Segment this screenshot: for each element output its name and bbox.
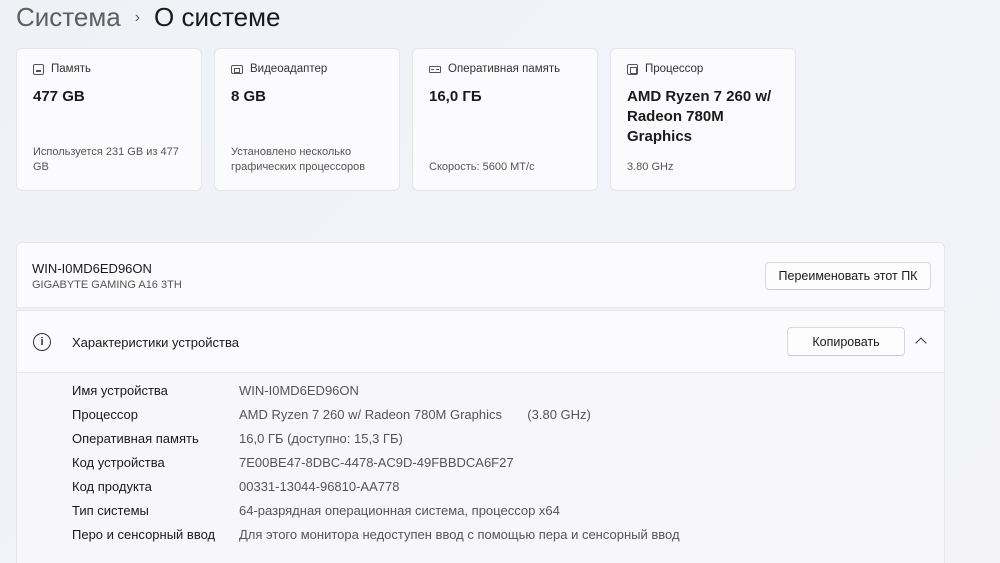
spec-label: Оперативная память [72,431,199,446]
card-value: 16,0 ГБ [429,88,482,105]
info-icon: i [33,333,51,351]
spec-label: Процессор [72,407,138,422]
spec-label: Код устройства [72,455,165,470]
spec-value: Для этого монитора недоступен ввод с пом… [239,527,680,542]
storage-card[interactable]: Память 477 GB Используется 231 GB из 477… [16,48,202,191]
breadcrumb-parent[interactable]: Система [16,2,121,33]
device-name: WIN-I0MD6ED96ON [32,261,152,276]
card-value: AMD Ryzen 7 260 w/ Radeon 780M Graphics [627,88,772,145]
spec-row: Тип системы 64-разрядная операционная си… [72,503,560,523]
drive-icon [33,63,44,75]
spec-label: Имя устройства [72,383,168,398]
device-specs-panel: i Характеристики устройства Копировать И… [16,310,945,563]
cpu-icon [627,63,638,75]
card-subtitle: Скорость: 5600 MT/c [429,161,535,173]
summary-cards: Память 477 GB Используется 231 GB из 477… [16,48,796,191]
device-specs-title: Характеристики устройства [72,335,239,350]
spec-value: 16,0 ГБ (доступно: 15,3 ГБ) [239,431,403,446]
device-panel: WIN-I0MD6ED96ON GIGABYTE GAMING A16 3TH … [16,242,945,308]
spec-value: 7E00BE47-8DBC-4478-AC9D-49FBBDCA6F27 [239,455,514,470]
gpu-icon [231,64,243,74]
spec-row: Процессор AMD Ryzen 7 260 w/ Radeon 780M… [72,407,591,427]
spec-row: Код устройства 7E00BE47-8DBC-4478-AC9D-4… [72,455,514,475]
spec-row: Оперативная память 16,0 ГБ (доступно: 15… [72,431,403,451]
spec-row: Перо и сенсорный ввод Для этого монитора… [72,527,680,547]
processor-card[interactable]: Процессор AMD Ryzen 7 260 w/ Radeon 780M… [610,48,796,191]
device-specs-header[interactable]: i Характеристики устройства Копировать [17,311,944,373]
card-title: Видеоадаптер [250,63,328,75]
graphics-card[interactable]: Видеоадаптер 8 GB Установлено несколько … [214,48,400,191]
card-subtitle: 3.80 GHz [627,161,674,173]
card-subtitle: Используется 231 GB из 477 GB [33,146,179,173]
card-title: Процессор [645,63,704,75]
rename-pc-button[interactable]: Переименовать этот ПК [765,262,931,290]
card-title: Память [51,63,92,75]
spec-value: 00331-13044-96810-AA778 [239,479,400,494]
ram-icon [429,65,441,73]
spec-label: Перо и сенсорный ввод [72,527,216,542]
chevron-up-icon[interactable] [915,337,927,349]
card-title: Оперативная память [448,63,561,75]
card-value: 8 GB [231,88,267,105]
spec-row: Код продукта 00331-13044-96810-AA778 [72,479,399,499]
device-model: GIGABYTE GAMING A16 3TH [32,279,182,291]
spec-value: AMD Ryzen 7 260 w/ Radeon 780M Graphics … [239,407,591,422]
spec-value: WIN-I0MD6ED96ON [239,383,359,398]
ram-card[interactable]: Оперативная память 16,0 ГБ Скорость: 560… [412,48,598,191]
breadcrumb: Система › О системе [16,0,280,34]
spec-label: Код продукта [72,479,152,494]
page-title: О системе [154,1,281,32]
spec-row: Имя устройства WIN-I0MD6ED96ON [72,383,359,403]
chevron-right-icon: › [134,9,141,26]
spec-value: 64-разрядная операционная система, проце… [239,503,560,518]
card-subtitle: Установлено несколько графических процес… [231,146,366,173]
card-value: 477 GB [33,88,85,105]
copy-button[interactable]: Копировать [787,327,905,356]
spec-label: Тип системы [72,503,149,518]
